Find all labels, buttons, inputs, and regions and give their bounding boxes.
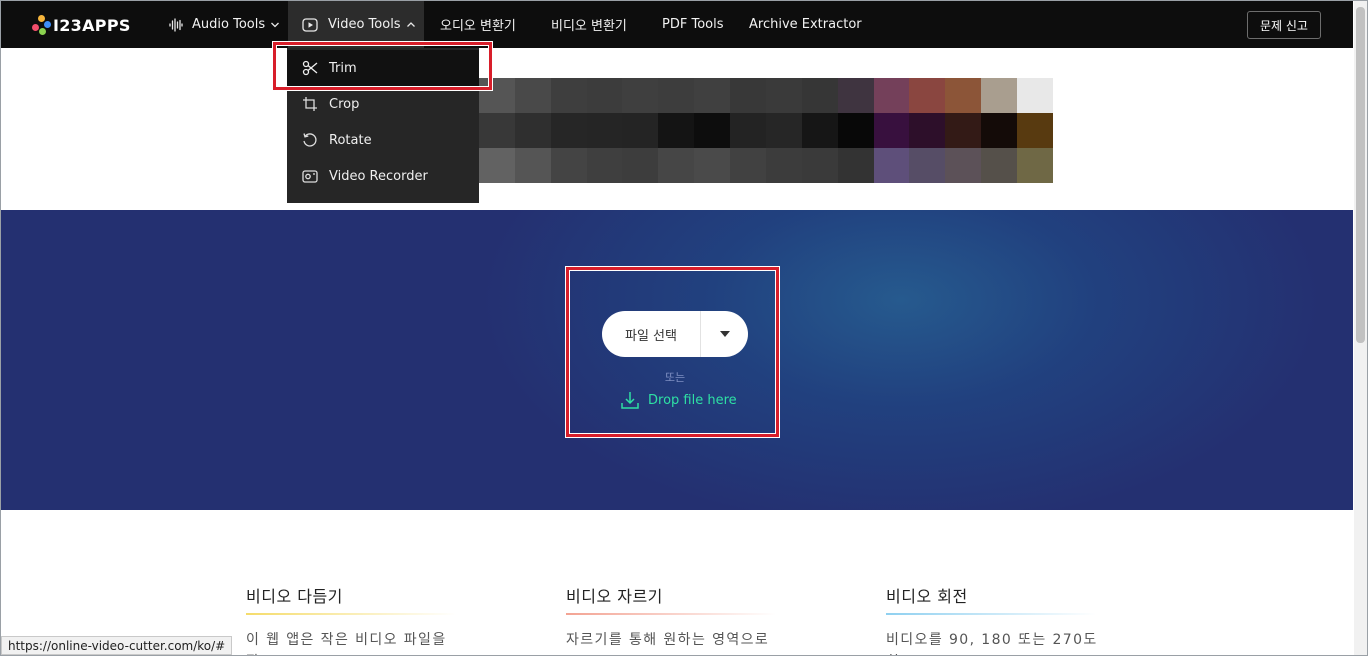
logo-123apps[interactable]: I23APPS <box>31 14 131 36</box>
feature-description: 비디오를 90, 180 또는 270도 회 <box>886 632 1098 656</box>
banner-pixel <box>694 148 731 183</box>
feature-title: 비디오 회전 <box>886 587 968 606</box>
report-problem-button[interactable]: 문제 신고 <box>1247 11 1321 39</box>
banner-pixel <box>945 78 982 113</box>
menu-item-label: Rotate <box>329 132 372 148</box>
banner-pixel <box>478 113 515 148</box>
feature-trim: 비디오 다듬기 이 웹 앱은 작은 비디오 파일을 잘 <box>246 583 466 656</box>
feature-underline <box>566 613 776 615</box>
feature-crop: 비디오 자르기 자르기를 통해 원하는 영역으로 <box>566 583 786 651</box>
banner-pixel <box>873 113 910 148</box>
nav-video-converter[interactable]: 비디오 변환기 <box>551 1 627 48</box>
menu-item-crop[interactable]: Crop <box>287 86 479 122</box>
banner-pixel <box>801 78 838 113</box>
banner-pixel <box>1017 78 1053 113</box>
menu-item-label: Video Recorder <box>329 168 428 184</box>
banner-pixel <box>658 113 695 148</box>
banner-pixel <box>550 78 587 113</box>
annotation-highlight-upload <box>566 267 779 437</box>
feature-title: 비디오 자르기 <box>566 587 663 606</box>
banner-pixel <box>981 113 1018 148</box>
banner-pixel <box>945 148 982 183</box>
banner-pixel <box>765 113 802 148</box>
scrollbar-thumb[interactable] <box>1356 7 1365 343</box>
menu-item-rotate[interactable]: Rotate <box>287 122 479 158</box>
banner-pixel <box>622 78 659 113</box>
banner-pixel <box>622 113 659 148</box>
ad-banner-image <box>443 78 1053 183</box>
chevron-up-icon <box>406 21 415 27</box>
banner-pixel <box>586 113 623 148</box>
banner-pixel <box>586 148 623 183</box>
banner-pixel <box>981 78 1018 113</box>
banner-pixel <box>837 113 874 148</box>
banner-pixel <box>514 148 551 183</box>
nav-video-tools-label: Video Tools <box>328 17 401 32</box>
banner-pixel <box>1017 113 1053 148</box>
logo-text: I23APPS <box>53 15 131 35</box>
banner-pixel <box>801 148 838 183</box>
banner-pixel <box>909 78 946 113</box>
vertical-scrollbar[interactable] <box>1354 1 1367 655</box>
top-navigation-bar: I23APPS Audio Tools Video Tools 오디오 변환기 … <box>1 1 1353 48</box>
nav-pdf-tools[interactable]: PDF Tools <box>662 1 723 48</box>
video-recorder-icon <box>302 170 318 183</box>
annotation-highlight-trim <box>273 42 492 90</box>
status-bar-url: https://online-video-cutter.com/ko/# <box>1 636 233 655</box>
feature-description: 이 웹 앱은 작은 비디오 파일을 잘 <box>246 632 447 656</box>
menu-item-video-recorder[interactable]: Video Recorder <box>287 158 479 194</box>
banner-pixel <box>909 148 946 183</box>
nav-audio-tools-label: Audio Tools <box>192 17 266 32</box>
chevron-down-icon <box>271 22 280 27</box>
banner-pixel <box>945 113 982 148</box>
nav-audio-converter[interactable]: 오디오 변환기 <box>440 1 516 48</box>
banner-pixel <box>550 113 587 148</box>
waveform-icon <box>169 17 183 32</box>
banner-pixel <box>622 148 659 183</box>
banner-pixel <box>730 148 766 183</box>
banner-pixel <box>801 113 838 148</box>
logo-dots-icon <box>31 15 51 35</box>
nav-archive-extractor[interactable]: Archive Extractor <box>749 1 862 48</box>
banner-pixel <box>658 78 695 113</box>
nav-audio-tools[interactable]: Audio Tools <box>169 1 280 48</box>
banner-pixel <box>837 148 874 183</box>
banner-pixel <box>837 78 874 113</box>
banner-pixel <box>586 78 623 113</box>
banner-pixel <box>765 78 802 113</box>
banner-pixel <box>658 148 695 183</box>
banner-pixel <box>550 148 587 183</box>
banner-pixel <box>694 78 731 113</box>
feature-underline <box>246 613 456 615</box>
banner-pixel <box>909 113 946 148</box>
feature-title: 비디오 다듬기 <box>246 587 343 606</box>
banner-pixel <box>981 148 1018 183</box>
banner-pixel <box>694 113 731 148</box>
feature-underline <box>886 613 1096 615</box>
banner-pixel <box>730 78 766 113</box>
banner-pixel <box>765 148 802 183</box>
banner-pixel <box>478 148 515 183</box>
play-circle-icon <box>302 17 318 32</box>
crop-icon <box>303 97 317 111</box>
rotate-icon <box>303 133 317 147</box>
menu-item-label: Crop <box>329 96 360 112</box>
banner-pixel <box>730 113 766 148</box>
feature-rotate: 비디오 회전 비디오를 90, 180 또는 270도 회 <box>886 583 1106 656</box>
feature-description: 자르기를 통해 원하는 영역으로 <box>566 632 770 648</box>
banner-pixel <box>873 78 910 113</box>
banner-pixel <box>514 113 551 148</box>
banner-pixel <box>514 78 551 113</box>
banner-pixel <box>873 148 910 183</box>
banner-pixel <box>1017 148 1053 183</box>
nav-video-tools[interactable]: Video Tools <box>288 1 424 48</box>
